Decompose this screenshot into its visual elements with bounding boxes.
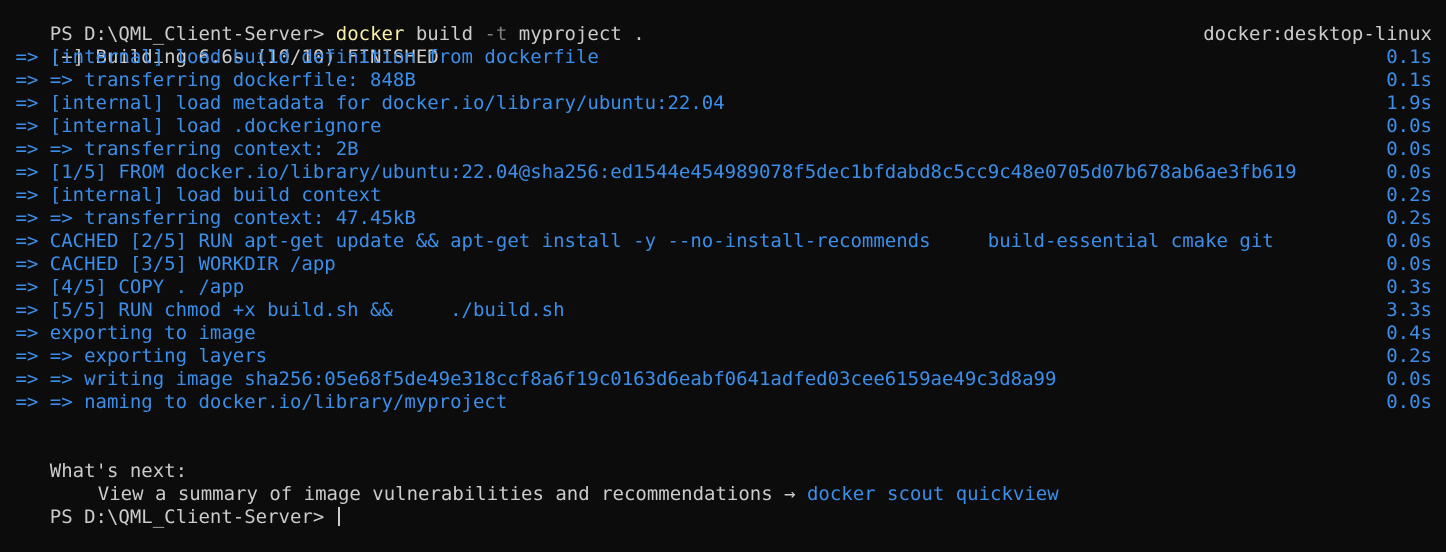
- build-step-text: => => transferring context: 2B: [4, 138, 359, 160]
- build-step-text: => => transferring dockerfile: 848B: [4, 69, 416, 91]
- build-step-text: => [5/5] RUN chmod +x build.sh && ./buil…: [4, 299, 565, 321]
- build-step-time: 0.0s: [1386, 253, 1432, 275]
- build-step-time: 0.1s: [1386, 69, 1432, 91]
- build-step-time: 0.0s: [1386, 161, 1432, 183]
- build-step-time: 0.0s: [1386, 138, 1432, 160]
- command-line: PS D:\QML_Client-Server> docker build -t…: [4, 0, 1446, 45]
- whats-next-heading-line: What's next:: [4, 437, 1446, 482]
- build-step: => => exporting layers 0.2s: [4, 345, 1446, 368]
- build-step: => [internal] load build context 0.2s: [4, 184, 1446, 207]
- build-step-text: => [internal] load build definition from…: [4, 46, 599, 68]
- build-step: => => transferring context: 47.45kB 0.2s: [4, 207, 1446, 230]
- build-step-time: 0.2s: [1386, 345, 1432, 367]
- build-step: => [internal] load build definition from…: [4, 46, 1446, 69]
- build-step: => exporting to image 0.4s: [4, 322, 1446, 345]
- build-step: => => transferring dockerfile: 848B 0.1s: [4, 69, 1446, 92]
- build-step: => CACHED [2/5] RUN apt-get update && ap…: [4, 230, 1446, 253]
- build-steps: => [internal] load build definition from…: [4, 46, 1446, 414]
- build-step-time: 0.0s: [1386, 391, 1432, 413]
- whats-next-line: View a summary of image vulnerabilities …: [4, 460, 1446, 505]
- build-step-time: 0.4s: [1386, 322, 1432, 344]
- terminal-window[interactable]: PS D:\QML_Client-Server> docker build -t…: [0, 0, 1446, 528]
- text-cursor: [337, 507, 340, 526]
- build-step-text: => [1/5] FROM docker.io/library/ubuntu:2…: [4, 161, 1297, 183]
- build-step-text: => [internal] load metadata for docker.i…: [4, 92, 725, 114]
- build-step: => => naming to docker.io/library/myproj…: [4, 391, 1446, 414]
- build-step: => [internal] load metadata for docker.i…: [4, 92, 1446, 115]
- build-step-text: => [internal] load build context: [4, 184, 382, 206]
- build-step: => CACHED [3/5] WORKDIR /app 0.0s: [4, 253, 1446, 276]
- build-step-text: => => transferring context: 47.45kB: [4, 207, 416, 229]
- build-step-text: => [4/5] COPY . /app: [4, 276, 245, 298]
- build-step-time: 0.0s: [1386, 368, 1432, 390]
- build-step-text: => => exporting layers: [4, 345, 268, 367]
- build-step-text: => => naming to docker.io/library/myproj…: [4, 391, 508, 413]
- build-step-text: => CACHED [3/5] WORKDIR /app: [4, 253, 336, 275]
- build-step-time: 0.2s: [1386, 207, 1432, 229]
- build-step-time: 0.0s: [1386, 115, 1432, 137]
- build-step: => [internal] load .dockerignore 0.0s: [4, 115, 1446, 138]
- build-step-time: 1.9s: [1386, 92, 1432, 114]
- final-prompt-line[interactable]: PS D:\QML_Client-Server>: [4, 483, 1446, 528]
- build-step: => [5/5] RUN chmod +x build.sh && ./buil…: [4, 299, 1446, 322]
- build-step-text: => => writing image sha256:05e68f5de49e3…: [4, 368, 1057, 390]
- build-step-time: 0.1s: [1386, 46, 1432, 68]
- build-step-time: 0.0s: [1386, 230, 1432, 252]
- build-status-line: [+] Building 6.6s (10/10) FINISHED docke…: [4, 23, 1446, 68]
- build-step: => => transferring context: 2B 0.0s: [4, 138, 1446, 161]
- build-step-text: => exporting to image: [4, 322, 256, 344]
- build-step-time: 0.3s: [1386, 276, 1432, 298]
- build-step: => [1/5] FROM docker.io/library/ubuntu:2…: [4, 161, 1446, 184]
- build-step: => [4/5] COPY . /app 0.3s: [4, 276, 1446, 299]
- build-step-text: => CACHED [2/5] RUN apt-get update && ap…: [4, 230, 1274, 252]
- build-step-time: 3.3s: [1386, 299, 1432, 321]
- build-step-text: => [internal] load .dockerignore: [4, 115, 382, 137]
- build-context: docker:desktop-linux: [1203, 23, 1432, 45]
- build-step-time: 0.2s: [1386, 184, 1432, 206]
- build-step: => => writing image sha256:05e68f5de49e3…: [4, 368, 1446, 391]
- final-prompt: PS D:\QML_Client-Server>: [49, 506, 336, 528]
